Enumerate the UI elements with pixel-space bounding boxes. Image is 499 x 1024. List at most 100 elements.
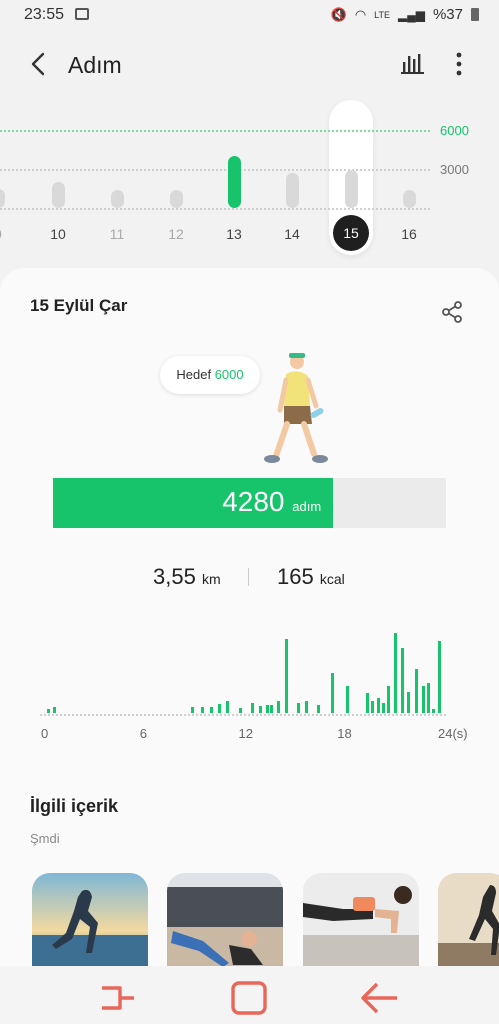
hourly-bar xyxy=(438,641,442,713)
related-thumbnail-running-beach[interactable] xyxy=(32,873,148,969)
related-content-subtitle: Şmdi xyxy=(30,831,60,846)
step-progress-bar: 4280 adım xyxy=(53,478,446,528)
hourly-bar xyxy=(209,707,213,713)
bar-chart-icon[interactable] xyxy=(400,50,426,76)
week-day-label-10[interactable]: 10 xyxy=(38,226,78,242)
hourly-bar xyxy=(431,709,435,713)
hourly-bar xyxy=(393,633,397,713)
app-header: Adım xyxy=(0,40,499,90)
hourly-bar xyxy=(250,703,254,713)
calories-value: 165 xyxy=(277,564,314,589)
stats-separator xyxy=(248,568,249,586)
hourly-bar xyxy=(346,686,350,713)
hourly-bar xyxy=(270,705,274,713)
recent-apps-icon[interactable] xyxy=(98,980,138,1016)
hourly-baseline xyxy=(40,714,446,716)
system-navigation-bar xyxy=(0,966,499,1024)
related-thumbnail-plank[interactable] xyxy=(303,873,419,969)
more-vertical-icon[interactable] xyxy=(446,50,472,78)
week-bar-day-9[interactable] xyxy=(0,188,5,208)
hourly-bar xyxy=(387,686,391,713)
hour-tick-label: 0 xyxy=(41,726,49,741)
goal-prefix: Hedef xyxy=(176,367,212,382)
week-day-label-14[interactable]: 14 xyxy=(272,226,312,242)
battery-text: %37 xyxy=(432,6,463,23)
related-thumbnail-running-pier[interactable] xyxy=(438,873,499,969)
hourly-bar xyxy=(316,705,320,713)
network-label: LTE xyxy=(374,9,390,20)
calories-unit: kcal xyxy=(319,571,345,587)
distance-value: 3,55 xyxy=(153,564,196,589)
selected-date: 15 Eylül Çar xyxy=(30,296,128,315)
hourly-bar xyxy=(377,698,381,713)
hourly-bar xyxy=(265,705,269,713)
hour-tick-label: 18 xyxy=(337,726,352,741)
distance-stat: 3,55 km xyxy=(153,564,221,590)
selected-day-badge[interactable]: 15 xyxy=(333,215,369,251)
weekly-step-chart[interactable]: 6000 3000 9 10 11 12 13 14 16 15 xyxy=(0,100,499,260)
base-gridline xyxy=(0,208,430,210)
hourly-bar xyxy=(331,673,335,713)
battery-icon xyxy=(471,8,479,21)
mute-icon: 🔇 xyxy=(330,6,347,22)
week-day-label-9[interactable]: 9 xyxy=(0,226,18,242)
week-bar-day-15[interactable] xyxy=(345,170,358,208)
week-bar-day-13[interactable] xyxy=(228,156,241,208)
goal-value: 6000 xyxy=(214,367,244,382)
week-bar-day-16[interactable] xyxy=(403,189,416,208)
page-title: Adım xyxy=(68,52,122,78)
share-icon[interactable] xyxy=(440,300,464,324)
hourly-bar xyxy=(382,703,386,713)
related-thumbnail-floor-exercise[interactable] xyxy=(167,873,283,969)
hourly-bar xyxy=(226,701,230,713)
hour-tick-label: 12 xyxy=(238,726,253,741)
hourly-bar xyxy=(426,683,430,713)
hourly-bar xyxy=(407,692,411,713)
week-day-label-16[interactable]: 16 xyxy=(389,226,429,242)
back-arrow-icon[interactable] xyxy=(26,50,54,78)
calories-stat: 165 kcal xyxy=(277,564,345,590)
hourly-bar xyxy=(191,707,195,713)
hourly-bar xyxy=(421,686,425,713)
week-day-label-13[interactable]: 13 xyxy=(214,226,254,242)
hourly-bar xyxy=(217,704,221,713)
week-day-label-11[interactable]: 11 xyxy=(97,226,137,242)
hourly-step-chart: 0 6 12 18 24(s) xyxy=(0,608,499,748)
hourly-bar xyxy=(370,701,374,713)
week-bar-day-12[interactable] xyxy=(170,189,183,208)
week-day-label-12[interactable]: 12 xyxy=(156,226,196,242)
status-time: 23:55 xyxy=(24,6,65,23)
distance-unit: km xyxy=(201,571,221,587)
step-count: 4280 adım xyxy=(222,486,333,518)
hourly-bar xyxy=(46,709,50,713)
stats-row: 3,55 km 165 kcal xyxy=(0,564,499,594)
goal-grid-label: 6000 xyxy=(440,123,469,138)
week-bar-day-14[interactable] xyxy=(286,172,299,208)
hour-tick-label: 24(s) xyxy=(438,726,468,741)
home-icon[interactable] xyxy=(229,980,269,1016)
goal-gridline xyxy=(0,130,430,132)
week-bar-day-11[interactable] xyxy=(111,190,124,208)
hourly-bar xyxy=(415,669,419,713)
hourly-bar xyxy=(305,701,309,713)
hour-tick-label: 6 xyxy=(139,726,147,741)
hourly-bar xyxy=(53,707,57,713)
hourly-bar xyxy=(285,639,289,713)
hourly-bar xyxy=(400,648,404,713)
related-content-title: İlgili içerik xyxy=(30,796,119,816)
signal-icon: ▂▄▆ xyxy=(398,7,425,22)
step-count-value: 4280 xyxy=(222,486,285,517)
hourly-bar xyxy=(201,707,205,713)
week-bar-day-10[interactable] xyxy=(52,182,65,208)
hourly-bar xyxy=(258,706,262,713)
gallery-notification-icon xyxy=(75,8,89,20)
mid-gridline xyxy=(0,169,430,171)
hourly-bar xyxy=(239,708,243,713)
goal-bubble: Hedef 6000 xyxy=(160,356,260,394)
hourly-bar xyxy=(277,701,281,713)
daily-summary-card: 15 Eylül Çar Hedef 6000 4280 adım 3,55 k… xyxy=(0,268,499,988)
mid-grid-label: 3000 xyxy=(440,162,469,177)
back-nav-icon[interactable] xyxy=(359,980,399,1016)
wifi-icon: ◠ xyxy=(354,6,367,22)
step-unit: adım xyxy=(292,499,322,514)
